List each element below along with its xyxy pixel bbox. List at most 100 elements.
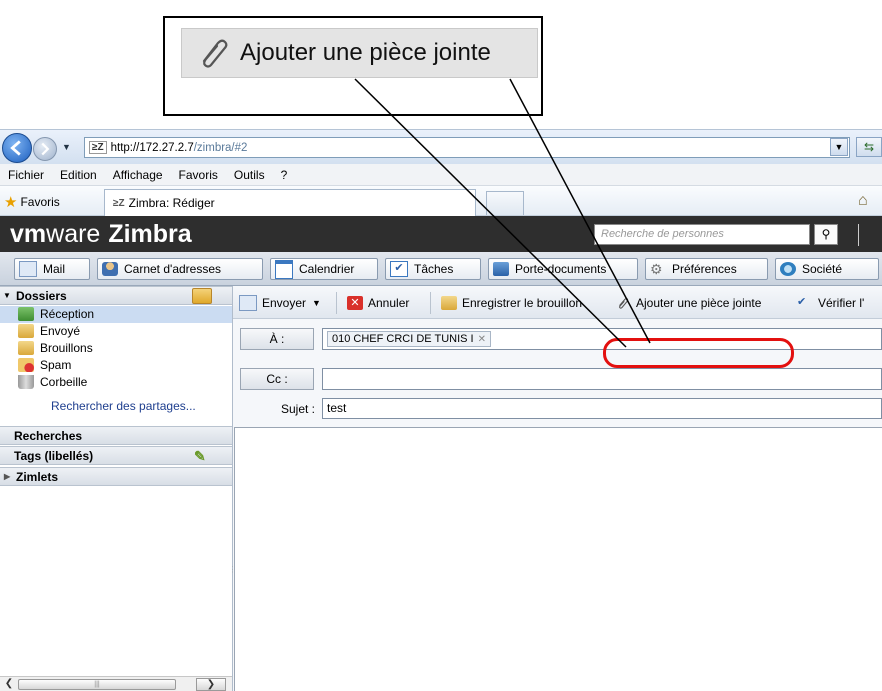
collapse-icon: ▼ [3,291,11,300]
tab-address-book[interactable]: Carnet d'adresses [97,258,263,280]
sidebar-scrollbar[interactable]: ❮ ||| ❯ [0,676,232,691]
forward-button[interactable] [33,137,57,161]
to-button[interactable]: À : [240,328,314,350]
save-draft-icon [441,296,457,310]
sidebar-item-reception[interactable]: Réception [18,306,94,322]
toolbar-separator [430,292,431,314]
searches-header[interactable]: Recherches [0,426,232,445]
favorites-label: Favoris [20,195,60,209]
subject-label: Sujet : [280,402,315,416]
address-book-icon [102,262,118,276]
paperclip-icon [202,39,228,68]
new-folder-icon[interactable] [192,288,212,304]
menu-bar: Fichier Edition Affichage Favoris Outils… [0,164,882,186]
sidebar-item-spam[interactable]: Spam [18,357,71,373]
send-button[interactable]: Envoyer ▼ [239,294,321,312]
app-tabs: Mail Carnet d'adresses Calendrier ✔ Tâch… [0,252,882,286]
trash-icon [18,375,34,389]
refresh-icon[interactable]: ⇆ [856,137,882,157]
tasks-icon: ✔ [390,261,408,277]
tab-calendar[interactable]: Calendrier [270,258,378,280]
sidebar-item-envoye[interactable]: Envoyé [18,323,80,339]
sidebar: ▼ Dossiers Réception Envoyé Brouillons S… [0,286,233,691]
tab-tasks[interactable]: ✔ Tâches [385,258,481,280]
favorites-button[interactable]: ★ Favoris [4,193,60,211]
scroll-left-icon[interactable]: ❮ [2,678,16,691]
tab-preferences[interactable]: ⚙ Préférences [645,258,768,280]
scroll-thumb[interactable]: ||| [18,679,176,690]
attach-button[interactable]: Ajouter une pièce jointe [615,294,761,312]
mail-icon [239,295,257,311]
address-bar[interactable]: ≥Z http://172.27.2.7/zimbra/#2 [84,137,850,158]
forward-arrow-icon [41,142,50,156]
compose-toolbar: Envoyer ▼ ✕ Annuler Enregistrer le broui… [233,286,882,319]
tab-briefcase[interactable]: Porte-documents [488,258,638,280]
url-host: http://172.27.2.7 [110,141,194,154]
send-dropdown-icon[interactable]: ▼ [312,298,321,308]
paperclip-icon [619,297,629,309]
menu-favoris[interactable]: Favoris [179,168,218,182]
toolbar-separator [336,292,337,314]
tags-header[interactable]: Tags (libellés) ✎ [0,446,232,465]
back-arrow-icon [10,140,21,156]
menu-fichier[interactable]: Fichier [8,168,44,182]
calendar-icon [275,259,293,279]
gear-icon: ⚙ [650,261,663,277]
zimlets-header[interactable]: ▶ Zimlets [0,467,232,486]
tab-mail[interactable]: Mail [14,258,90,280]
browser-tab-title: Zimbra: Rédiger [128,196,215,210]
inbox-icon [18,307,34,321]
spellcheck-button[interactable]: ✔ Vérifier l' [797,294,864,312]
back-button[interactable] [2,133,32,163]
new-tag-icon[interactable]: ✎ [194,448,206,465]
browser-window: ▼ ≥Z http://172.27.2.7/zimbra/#2 ▼ ⇆ Fic… [0,129,882,691]
mail-icon [19,261,37,277]
menu-outils[interactable]: Outils [234,168,265,182]
folders-header[interactable]: ▼ Dossiers [0,286,232,305]
expand-icon: ▶ [4,472,11,481]
remove-recipient-icon[interactable]: ✕ [478,334,486,345]
close-icon: ✕ [347,296,363,310]
search-icon[interactable]: ⚲ [814,224,838,245]
header-divider [858,224,859,246]
address-dropdown-button[interactable]: ▼ [830,138,848,156]
callout-label: Ajouter une pièce jointe [240,39,491,66]
site-favicon-icon: ≥Z [89,141,107,154]
home-icon[interactable]: ⌂ [858,192,878,212]
drafts-icon [18,341,34,355]
spellcheck-icon: ✔ [797,296,807,308]
to-field[interactable]: 010 CHEF CRCI DE TUNIS I ✕ [322,328,882,350]
sent-icon [18,324,34,338]
save-draft-button[interactable]: Enregistrer le brouillon [441,294,582,312]
scroll-right-icon[interactable]: ❯ [196,678,226,691]
new-tab-button[interactable] [486,191,524,215]
attach-highlight-circle [603,338,794,368]
callout-attach-preview: Ajouter une pièce jointe [181,28,538,78]
cc-button[interactable]: Cc : [240,368,314,390]
sidebar-item-brouillons[interactable]: Brouillons [18,340,93,356]
vmware-zimbra-logo: vmware Zimbra [10,220,192,248]
briefcase-icon [493,262,509,276]
url-path: /zimbra/#2 [193,141,248,154]
browser-tab-active[interactable]: ≥Z Zimbra: Rédiger [104,189,476,216]
subject-field[interactable]: test [322,398,882,419]
spam-icon [18,358,34,372]
globe-icon [780,262,796,276]
cc-field[interactable] [322,368,882,390]
star-icon: ★ [4,194,18,211]
tab-company[interactable]: Société [775,258,879,280]
site-favicon-icon: ≥Z [113,197,125,209]
cancel-button[interactable]: ✕ Annuler [347,294,409,312]
zimbra-header: vmware Zimbra Recherche de personnes ⚲ [0,216,882,252]
sidebar-item-corbeille[interactable]: Corbeille [18,374,87,390]
menu-help[interactable]: ? [281,168,288,182]
message-body-editor[interactable] [234,427,882,691]
favorites-bar: ★ Favoris ≥Z Zimbra: Rédiger ⌂ [0,186,882,216]
menu-affichage[interactable]: Affichage [113,168,163,182]
navigation-bar: ▼ ≥Z http://172.27.2.7/zimbra/#2 ▼ ⇆ [0,130,882,164]
history-dropdown-icon[interactable]: ▼ [62,142,74,154]
menu-edition[interactable]: Edition [60,168,97,182]
people-search-input[interactable]: Recherche de personnes [594,224,810,245]
find-shares-link[interactable]: Rechercher des partages... [51,399,196,413]
recipient-chip[interactable]: 010 CHEF CRCI DE TUNIS I ✕ [327,331,491,347]
